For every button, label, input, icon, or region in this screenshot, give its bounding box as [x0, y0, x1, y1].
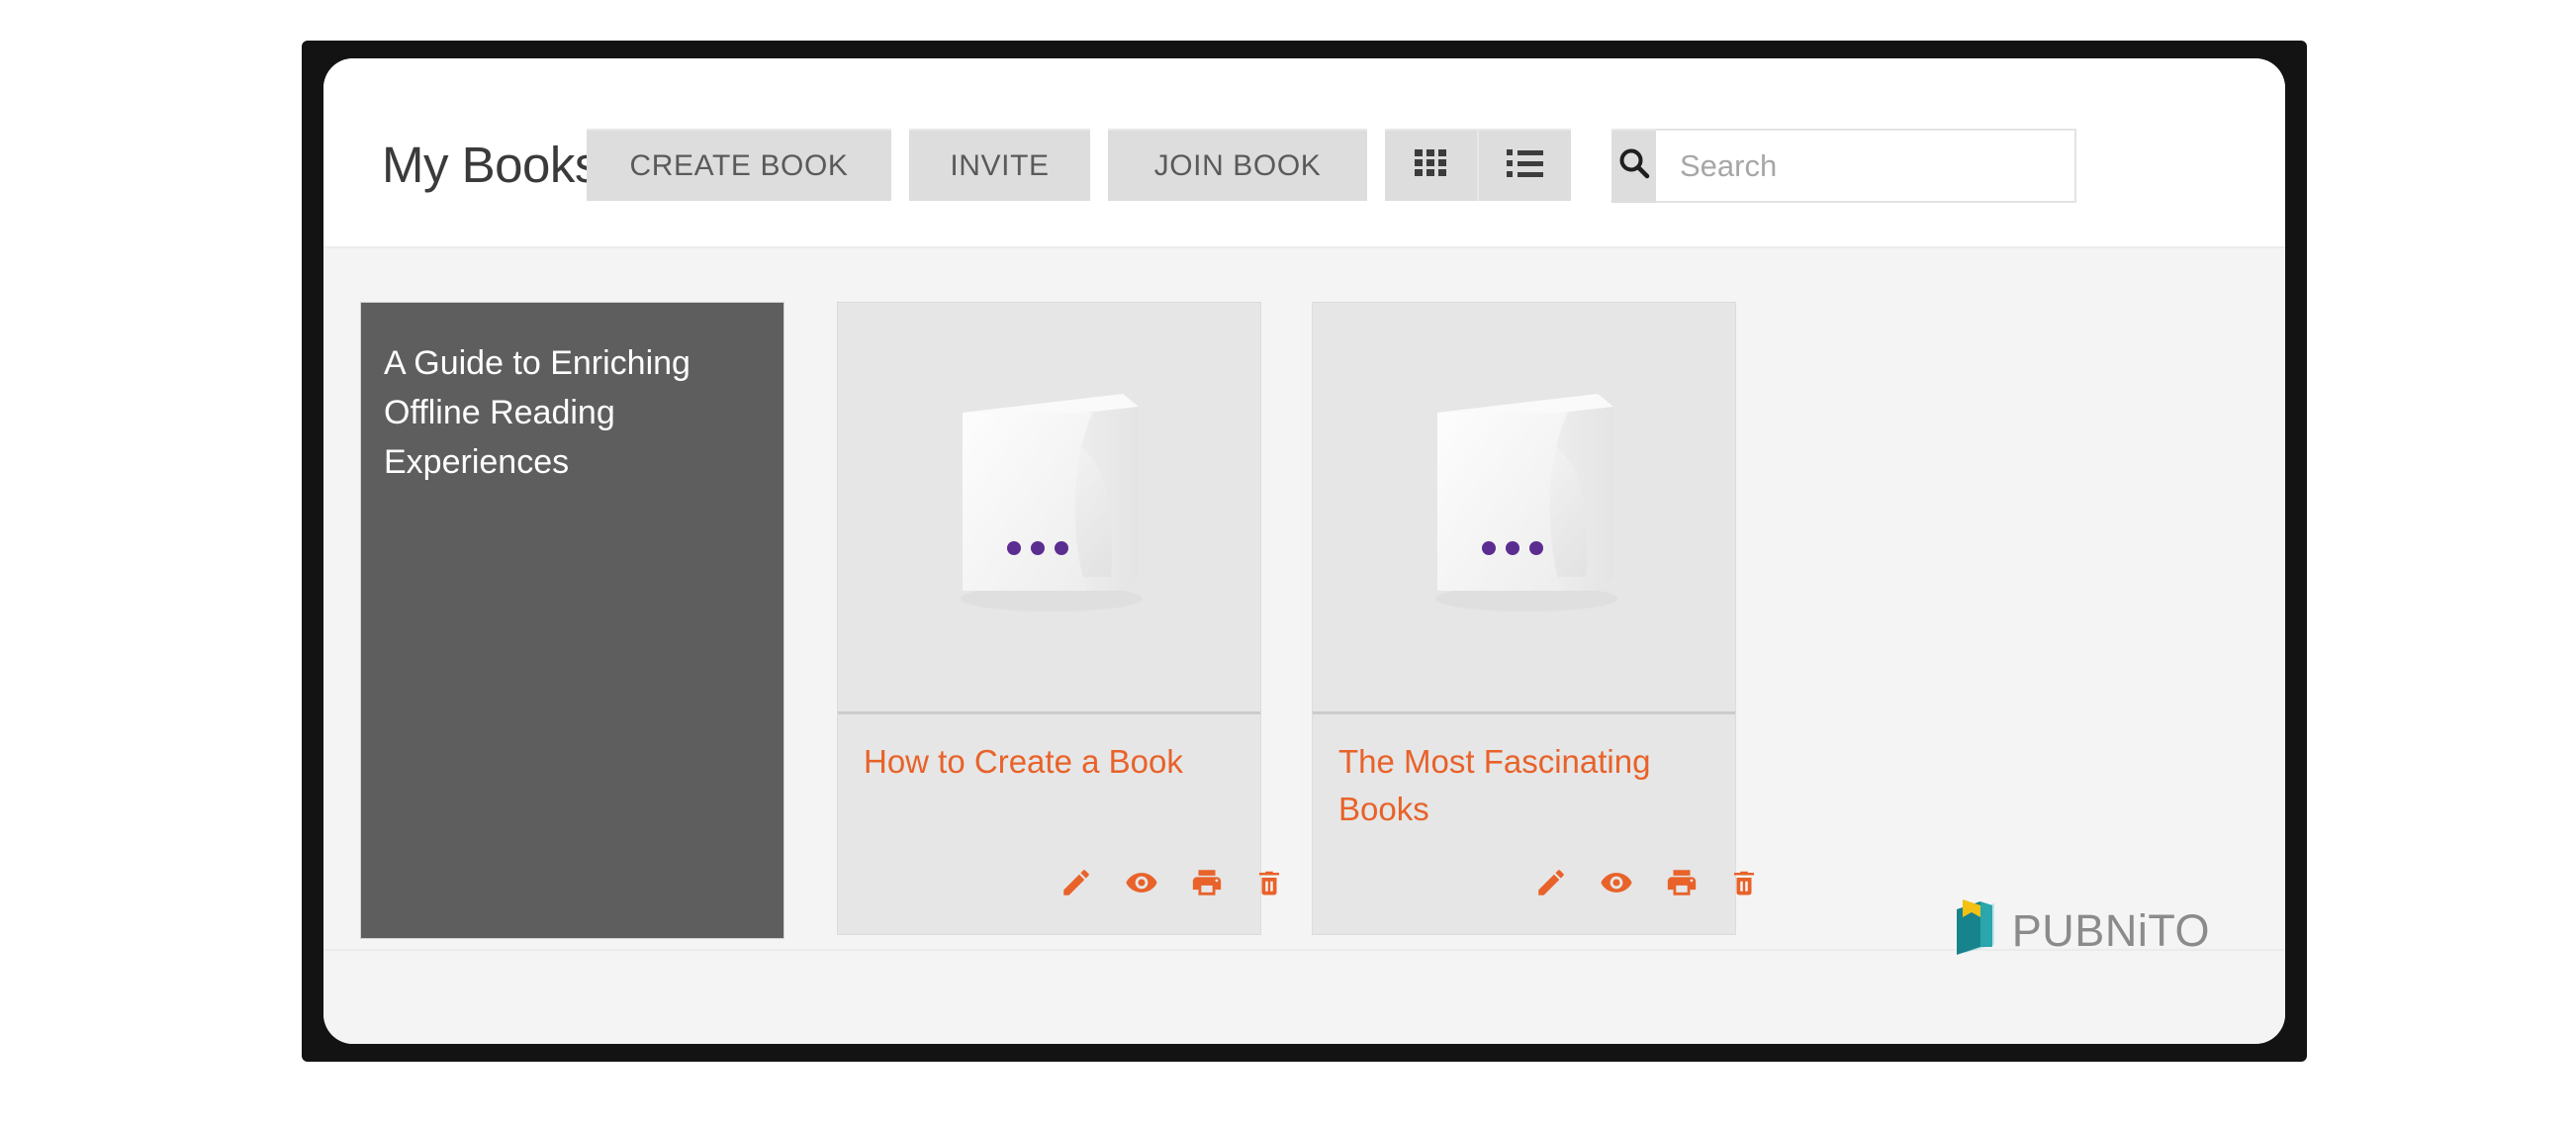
page-title: My Books: [382, 137, 599, 193]
preview-book-icon[interactable]: [1124, 866, 1159, 899]
book-logo-icon: [1951, 897, 2004, 964]
search-button[interactable]: [1611, 129, 1656, 203]
app-panel: My Books CREATE BOOK INVITE JOIN BOOK Se…: [323, 58, 2285, 1044]
edit-book-icon[interactable]: [1534, 866, 1568, 899]
book-title: A Guide to Enriching Offline Reading Exp…: [384, 344, 690, 481]
search-group: [1611, 129, 2076, 203]
blank-book-icon: [960, 393, 1143, 611]
list-view-button[interactable]: [1477, 131, 1571, 201]
print-book-icon[interactable]: [1665, 866, 1699, 899]
book-cover-placeholder: [1313, 303, 1735, 714]
device-frame: My Books CREATE BOOK INVITE JOIN BOOK Se…: [302, 41, 2307, 1062]
brand-logo: PUBNiTO: [1951, 897, 2210, 964]
app-footer: PUBNiTO: [323, 899, 2285, 1044]
book-card[interactable]: How to Create a Book: [837, 302, 1279, 935]
book-card[interactable]: A Guide to Enriching Offline Reading Exp…: [360, 302, 784, 939]
delete-book-icon[interactable]: [1729, 866, 1759, 899]
list-view-icon: [1506, 147, 1544, 184]
invite-button[interactable]: INVITE: [909, 129, 1090, 201]
book-grid: A Guide to Enriching Offline Reading Exp…: [360, 302, 2240, 955]
join-book-button[interactable]: JOIN BOOK: [1108, 129, 1367, 201]
book-title: The Most Fascinating Books: [1338, 743, 1651, 827]
preview-book-icon[interactable]: [1599, 866, 1634, 899]
book-actions: [1534, 866, 1759, 899]
create-book-button[interactable]: CREATE BOOK: [587, 129, 891, 201]
app-body: A Guide to Enriching Offline Reading Exp…: [323, 248, 2285, 1044]
book-card[interactable]: The Most Fascinating Books: [1312, 302, 1754, 935]
edit-book-icon[interactable]: [1059, 866, 1093, 899]
search-input[interactable]: [1656, 129, 2076, 203]
book-cover-placeholder: [838, 303, 1260, 714]
print-book-icon[interactable]: [1190, 866, 1224, 899]
blank-book-icon: [1434, 393, 1617, 611]
delete-book-icon[interactable]: [1254, 866, 1284, 899]
grid-view-icon: [1414, 147, 1449, 184]
book-title: How to Create a Book: [864, 743, 1183, 780]
book-actions: [1059, 866, 1284, 899]
brand-name: PUBNiTO: [2011, 904, 2210, 956]
app-header: My Books CREATE BOOK INVITE JOIN BOOK: [323, 58, 2285, 248]
search-icon: [1616, 146, 1652, 187]
view-toggle-group: [1385, 129, 1571, 201]
grid-view-button[interactable]: [1385, 131, 1477, 201]
